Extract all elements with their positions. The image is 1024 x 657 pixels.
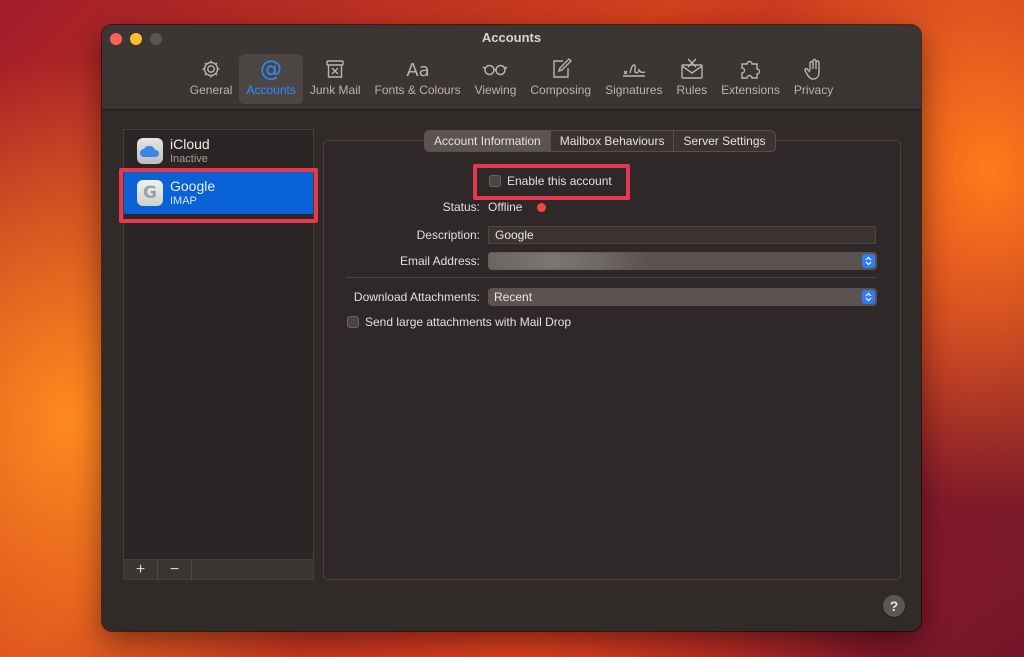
toolbar-label: Composing [530, 83, 592, 97]
toolbar-label: Extensions [721, 83, 780, 97]
tab-mailbox-behaviours[interactable]: Mailbox Behaviours [551, 131, 675, 151]
accounts-list: iCloud Inactive G Google IMAP [123, 129, 314, 580]
status-text: Offline [488, 200, 523, 214]
tab-server-settings[interactable]: Server Settings [674, 131, 774, 151]
toolbar-extensions[interactable]: Extensions [714, 54, 787, 104]
toolbar-viewing[interactable]: Viewing [468, 54, 524, 104]
redacted-email [488, 252, 646, 270]
toolbar-general[interactable]: General [183, 54, 240, 104]
toolbar-label: Viewing [474, 83, 517, 97]
svg-text:Aa: Aa [406, 60, 429, 81]
toolbar-label: Signatures [605, 83, 663, 97]
toolbar-label: Junk Mail [309, 83, 361, 97]
tab-account-information[interactable]: Account Information [425, 131, 551, 151]
toolbar-label: General [189, 83, 233, 97]
description-field[interactable]: Google [488, 226, 876, 244]
accounts-list-controls: + − [123, 559, 314, 580]
enable-account-checkbox[interactable]: Enable this account [489, 174, 612, 188]
account-item-google[interactable]: G Google IMAP [124, 172, 313, 214]
glasses-icon [483, 64, 508, 76]
toolbar-label: Fonts & Colours [374, 83, 461, 97]
status-offline-indicator [537, 202, 547, 212]
download-attachments-label: Download Attachments: [353, 290, 480, 304]
toolbar-fonts-colours[interactable]: Aa Fonts & Colours [368, 54, 468, 104]
mail-drop-checkbox[interactable]: Send large attachments with Mail Drop [347, 315, 571, 329]
popup-arrows-icon [862, 254, 875, 268]
account-type: Inactive [170, 153, 208, 165]
email-address-label: Email Address: [399, 254, 480, 268]
fonts-icon: Aa [406, 60, 429, 81]
mail-drop-check[interactable] [347, 316, 359, 328]
form-separator [346, 277, 877, 278]
toolbar-label: Rules [676, 83, 708, 97]
help-button[interactable]: ? [883, 595, 905, 617]
junk-mail-icon [326, 60, 344, 78]
toolbar-composing[interactable]: Composing [523, 54, 598, 104]
toolbar-accounts[interactable]: @ Accounts [239, 54, 303, 104]
enable-account-check[interactable] [489, 175, 501, 187]
preferences-toolbar: General @ Accounts Junk Mail Aa Fonts & … [102, 54, 921, 104]
remove-account-button[interactable]: − [158, 560, 192, 579]
at-icon: @ [260, 57, 282, 81]
icloud-icon [137, 138, 163, 164]
add-account-button[interactable]: + [124, 560, 158, 579]
gear-icon [202, 60, 220, 78]
svg-text:@: @ [260, 57, 282, 81]
account-item-icloud[interactable]: iCloud Inactive [124, 130, 313, 172]
toolbar-signatures[interactable]: Signatures [598, 54, 669, 104]
account-name: iCloud [170, 136, 210, 152]
compose-icon [553, 58, 572, 78]
download-attachments-popup[interactable]: Recent [488, 288, 877, 306]
status-value: Offline [488, 200, 547, 214]
account-type: IMAP [170, 195, 197, 207]
popup-arrows-icon [862, 290, 875, 304]
google-icon: G [137, 180, 163, 206]
toolbar-rules[interactable]: Rules [669, 54, 714, 104]
toolbar-label: Privacy [793, 83, 834, 97]
account-name: Google [170, 178, 216, 194]
download-attachments-value: Recent [494, 290, 533, 304]
toolbar-privacy[interactable]: Privacy [787, 54, 840, 104]
hand-icon [803, 58, 820, 80]
toolbar-label: Accounts [246, 83, 296, 97]
rules-icon [681, 58, 703, 79]
description-label: Description: [416, 228, 480, 242]
puzzle-icon [740, 60, 760, 79]
enable-account-label: Enable this account [507, 174, 612, 188]
mail-drop-label: Send large attachments with Mail Drop [365, 315, 572, 329]
window-title: Accounts [481, 30, 542, 45]
titlebar: Accounts General @ Accounts Junk Mail Aa… [102, 25, 921, 110]
account-tabs: Account Information Mailbox Behaviours S… [424, 130, 776, 152]
status-label: Status: [442, 200, 480, 214]
email-address-popup[interactable] [488, 252, 877, 270]
signature-icon [622, 64, 646, 77]
toolbar-junk-mail[interactable]: Junk Mail [303, 54, 368, 104]
accounts-preferences-window: Accounts General @ Accounts Junk Mail Aa… [102, 25, 921, 631]
